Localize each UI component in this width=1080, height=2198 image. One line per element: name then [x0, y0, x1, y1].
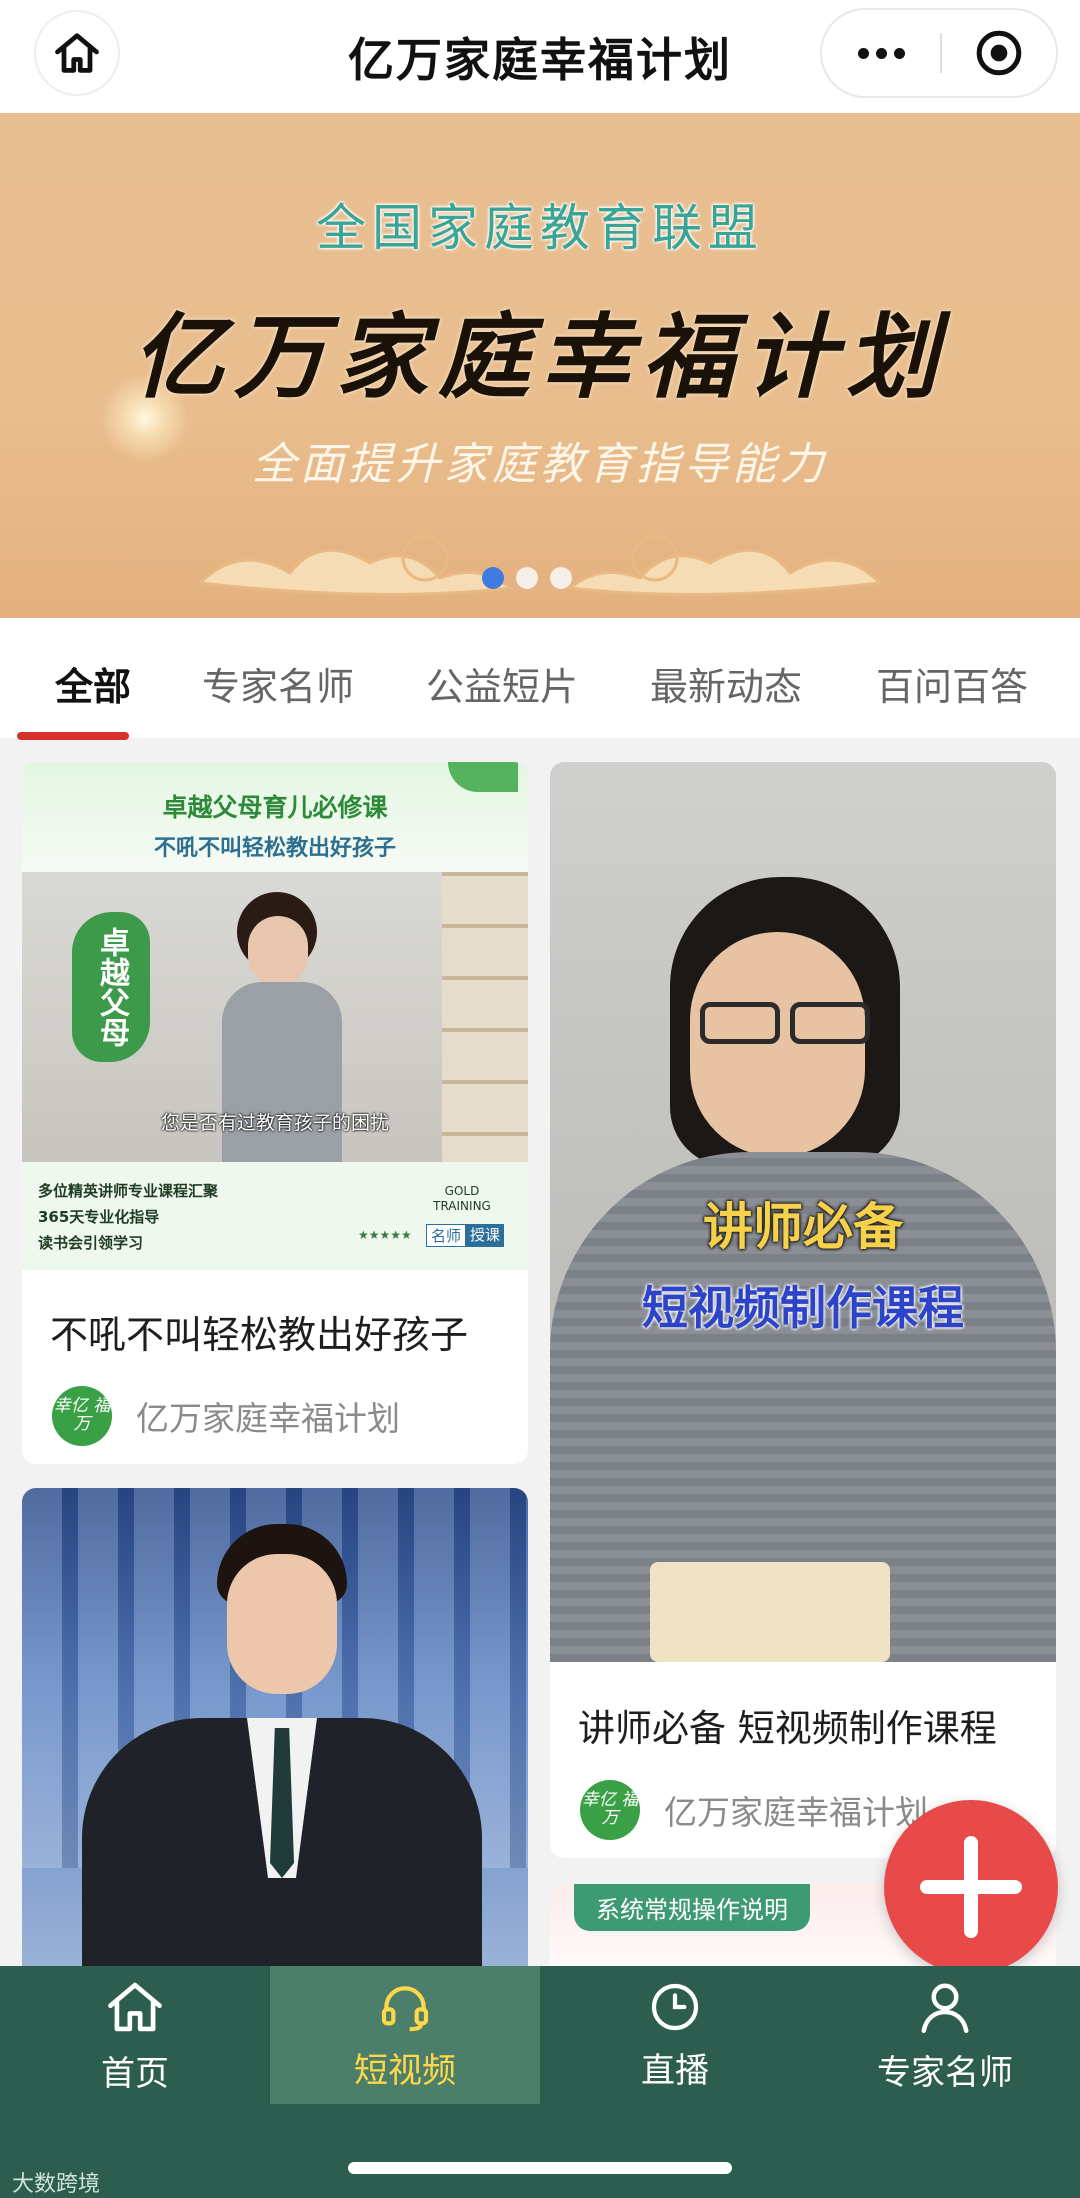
- more-dot-icon: [857, 47, 869, 59]
- poster-header-line2: 不吼不叫轻松教出好孩子: [153, 836, 396, 861]
- home-indicator: [348, 2162, 732, 2174]
- card-author: 幸亿 福万 亿万家庭幸福计划: [52, 1386, 400, 1446]
- poster-header-line1: 卓越父母育儿必修课: [162, 793, 388, 822]
- glasses-right: [790, 1002, 870, 1044]
- card-author: 幸亿 福万 亿万家庭幸福计划: [580, 1780, 928, 1840]
- headset-icon: [381, 1985, 429, 2031]
- nav-item-live[interactable]: 直播: [540, 1966, 810, 2104]
- glasses-left: [700, 1002, 780, 1044]
- thumbnail-overlay-line2: 短视频制作课程: [642, 1281, 964, 1335]
- thumbnail-overlay-line1: 讲师必备: [703, 1198, 903, 1256]
- poster-bullet: 读书会引领学习: [38, 1234, 144, 1252]
- page-title: 亿万家庭幸福计划: [348, 32, 732, 87]
- poster-badge: 卓越父母: [72, 912, 150, 1062]
- carousel-dot-active[interactable]: [482, 567, 504, 589]
- poster-bullet: 365天专业化指导: [38, 1208, 160, 1226]
- carousel-indicator: [482, 567, 572, 589]
- add-button[interactable]: [884, 1800, 1058, 1974]
- active-tab-underline: [17, 732, 129, 740]
- card-title: 讲师必备 短视频制作课程: [578, 1707, 997, 1750]
- poster-gold-training: GOLD TRAINING: [433, 1184, 491, 1213]
- poster-tag-b: 授课: [466, 1224, 505, 1247]
- cloud-ornament-icon: [196, 534, 884, 596]
- video-card[interactable]: [22, 1488, 528, 1988]
- more-dot-icon: [875, 47, 887, 59]
- video-card[interactable]: 卓越父母育儿必修课 不吼不叫轻松教出好孩子 卓越父母 您是否有过教育孩子的困扰 …: [22, 762, 528, 1464]
- user-icon: [921, 1983, 969, 2033]
- home-button[interactable]: [34, 10, 120, 96]
- book: [650, 1562, 890, 1662]
- nav-label: 直播: [641, 2050, 709, 2091]
- poster-stars: ★★★★★: [358, 1228, 412, 1242]
- top-bar: 亿万家庭幸福计划: [0, 0, 1080, 113]
- presenter-face: [248, 916, 308, 986]
- app-page: 亿万家庭幸福计划 全国家庭教育联盟 亿万家庭幸福计划 全面提升家庭教育指导能力: [0, 0, 1080, 2198]
- author-name: 亿万家庭幸福计划: [136, 1399, 400, 1438]
- card-thumbnail: [22, 1488, 528, 1988]
- plus-icon: [920, 1836, 1022, 1938]
- nav-label: 专家名师: [877, 2052, 1013, 2093]
- card-badge: 系统常规操作说明: [574, 1884, 810, 1931]
- banner-carousel[interactable]: 全国家庭教育联盟 亿万家庭幸福计划 全面提升家庭教育指导能力: [0, 113, 1080, 618]
- speaker-face: [690, 932, 865, 1157]
- card-title: 不吼不叫轻松教出好孩子: [50, 1313, 469, 1357]
- more-button[interactable]: [822, 10, 940, 96]
- tab-public-shorts[interactable]: 公益短片: [426, 656, 578, 711]
- poster-bullet: 多位精英讲师专业课程汇聚: [38, 1182, 219, 1200]
- video-card[interactable]: 讲师必备 短视频制作课程 讲师必备 短视频制作课程 幸亿 福万 亿万家庭幸福计划: [550, 762, 1056, 1858]
- card-thumbnail: 讲师必备 短视频制作课程: [550, 762, 1056, 1662]
- poster-video-subtitle: 您是否有过教育孩子的困扰: [160, 1112, 389, 1134]
- nav-item-experts[interactable]: 专家名师: [810, 1966, 1080, 2104]
- author-logo: 幸亿 福万: [580, 1780, 640, 1840]
- close-button[interactable]: [942, 28, 1056, 78]
- tab-experts[interactable]: 专家名师: [202, 656, 354, 711]
- poster-bullet-list: 多位精英讲师专业课程汇聚 365天专业化指导 读书会引领学习: [38, 1178, 218, 1256]
- mini-program-capsule: [820, 8, 1058, 98]
- nav-label: 短视频: [354, 2050, 456, 2091]
- presenter-body: [222, 982, 342, 1162]
- poster-header: 卓越父母育儿必修课 不吼不叫轻松教出好孩子: [22, 762, 528, 872]
- target-icon: [976, 30, 1022, 76]
- clock-icon: [651, 1983, 699, 2030]
- tab-faq[interactable]: 百问百答: [876, 656, 1028, 711]
- home-icon: [55, 33, 99, 73]
- card-thumbnail: 卓越父母育儿必修课 不吼不叫轻松教出好孩子 卓越父母 您是否有过教育孩子的困扰 …: [22, 762, 528, 1270]
- poster-tag-a: 名师: [426, 1224, 467, 1247]
- poster-footer: 多位精英讲师专业课程汇聚 365天专业化指导 读书会引领学习 GOLD TRAI…: [22, 1162, 528, 1270]
- nav-item-home[interactable]: 首页: [0, 1966, 270, 2104]
- watermark: 大数跨境: [12, 2172, 101, 2197]
- nav-label: 首页: [101, 2053, 169, 2094]
- banner-tagline: 全面提升家庭教育指导能力: [252, 439, 828, 490]
- more-dot-icon: [893, 47, 905, 59]
- anchor-face: [227, 1554, 337, 1694]
- carousel-dot[interactable]: [516, 567, 538, 589]
- tab-all[interactable]: 全部: [55, 656, 131, 711]
- author-logo: 幸亿 福万: [52, 1386, 112, 1446]
- poster-tag: 名师 授课: [426, 1224, 505, 1247]
- poster-video-frame: 卓越父母 您是否有过教育孩子的困扰: [22, 872, 528, 1162]
- tab-latest-news[interactable]: 最新动态: [650, 656, 802, 711]
- carousel-dot[interactable]: [550, 567, 572, 589]
- banner-subtitle: 全国家庭教育联盟: [316, 199, 764, 257]
- home-icon: [108, 1982, 162, 2031]
- category-tabs: 全部 专家名师 公益短片 最新动态 百问百答: [0, 618, 1080, 738]
- banner-headline: 亿万家庭幸福计划: [131, 303, 948, 411]
- nav-item-short-video[interactable]: 短视频: [270, 1966, 540, 2104]
